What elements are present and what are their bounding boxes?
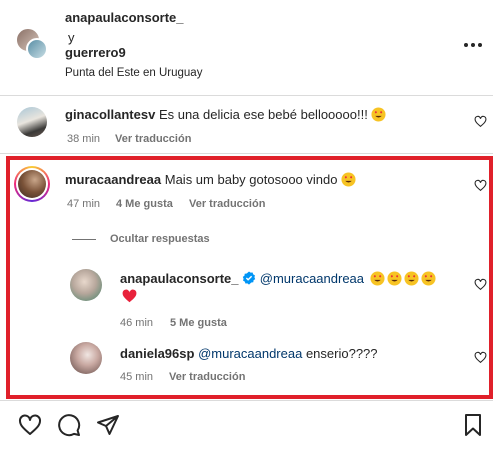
comment-username[interactable]: muracaandreaa — [65, 172, 161, 187]
comment-time: 47 min — [67, 198, 101, 210]
comment-body: ginacollantesv Es una delicia ese bebé b… — [65, 107, 388, 122]
avatar-user2 — [26, 38, 48, 60]
reply-body: daniela96sp @muracaandreaa enserio???? — [120, 346, 378, 361]
heart-icon[interactable] — [18, 413, 42, 437]
reply-like-heart-icon[interactable] — [474, 278, 487, 291]
heart-eyes-emoji-icon — [371, 107, 386, 122]
comment-text: Mais um baby gotosooo vindo — [164, 172, 338, 187]
bookmark-icon[interactable] — [462, 413, 484, 437]
avatar-story-ring[interactable] — [14, 166, 50, 202]
red-heart-emoji-icon — [122, 289, 137, 303]
actions-divider — [0, 400, 493, 401]
avatar — [16, 168, 48, 200]
heart-eyes-emoji-icon — [404, 271, 419, 286]
avatar[interactable] — [17, 107, 47, 137]
heart-eyes-emoji-icon — [341, 172, 356, 187]
reply-time: 46 min — [120, 317, 154, 329]
avatar[interactable] — [70, 269, 102, 301]
comment-like-heart-icon[interactable] — [474, 115, 487, 128]
reply-mention[interactable]: @muracaandreaa — [198, 346, 302, 361]
more-horizontal-icon[interactable] — [463, 36, 483, 47]
comment-like-heart-icon[interactable] — [474, 179, 487, 192]
reply-like-heart-icon[interactable] — [474, 351, 487, 364]
comment-text: Es una delicia ese bebé bellooooo!!! — [158, 107, 368, 122]
heart-eyes-emoji-icon — [387, 271, 402, 286]
reply-username[interactable]: anapaulaconsorte_ — [120, 271, 239, 286]
comment-icon[interactable] — [57, 413, 81, 437]
avatar[interactable] — [70, 342, 102, 374]
avatar-group[interactable] — [16, 28, 48, 60]
translate-link[interactable]: Ver traducción — [189, 198, 265, 210]
header-conjunction: y — [68, 30, 75, 45]
reply-likes[interactable]: 5 Me gusta — [170, 317, 227, 329]
reply-username[interactable]: daniela96sp — [120, 346, 194, 361]
heart-eyes-emoji-icon — [370, 271, 385, 286]
verified-badge-icon — [242, 271, 256, 285]
comment-time: 38 min — [67, 133, 101, 145]
reply-emojis — [370, 271, 438, 286]
heart-eyes-emoji-icon — [421, 271, 436, 286]
comment-body: muracaandreaa Mais um baby gotosooo vind… — [65, 172, 358, 187]
reply-time: 45 min — [120, 371, 154, 383]
reply-body: anapaulaconsorte_ @muracaandreaa — [120, 271, 438, 286]
send-icon[interactable] — [96, 413, 120, 437]
translate-link[interactable]: Ver traducción — [115, 133, 191, 145]
reply-mention[interactable]: @muracaandreaa — [260, 271, 364, 286]
header-user2[interactable]: guerrero9 — [65, 45, 126, 60]
hide-replies-line — [72, 239, 96, 240]
comment-username[interactable]: ginacollantesv — [65, 107, 155, 122]
reply-text: enserio???? — [305, 346, 378, 361]
header-user1[interactable]: anapaulaconsorte_ — [65, 10, 184, 25]
header-divider — [0, 95, 493, 96]
hide-replies-button[interactable]: Ocultar respuestas — [110, 233, 210, 245]
header-location[interactable]: Punta del Este en Uruguay — [65, 67, 202, 79]
comment-divider — [0, 153, 493, 154]
translate-link[interactable]: Ver traducción — [169, 371, 245, 383]
comment-likes[interactable]: 4 Me gusta — [116, 198, 173, 210]
